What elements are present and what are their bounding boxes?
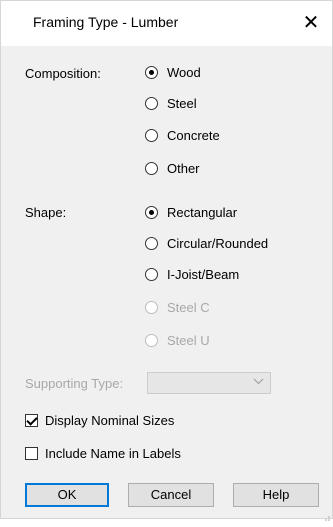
help-button[interactable]: Help [233, 483, 319, 507]
display-nominal-sizes-label: Display Nominal Sizes [45, 412, 175, 428]
supporting-type-select [147, 372, 271, 394]
dialog-title: Framing Type - Lumber [33, 14, 179, 30]
radio-concrete-indicator[interactable] [145, 128, 158, 142]
radio-steel[interactable]: Steel [145, 93, 197, 113]
ok-button[interactable]: OK [25, 483, 109, 507]
radio-other[interactable]: Other [145, 158, 200, 178]
radio-other-indicator[interactable] [145, 161, 158, 175]
include-name-in-labels-box[interactable] [25, 446, 38, 460]
radio-circular-rounded[interactable]: Circular/Rounded [145, 233, 268, 253]
radio-rectangular-label: Rectangular [167, 204, 238, 220]
radio-steel-u-label: Steel U [167, 332, 210, 348]
radio-steel-label: Steel [167, 95, 197, 111]
radio-wood-label: Wood [167, 64, 201, 80]
radio-i-joist-beam[interactable]: I-Joist/Beam [145, 264, 239, 284]
radio-i-joist-beam-indicator[interactable] [145, 267, 158, 281]
radio-rectangular-indicator[interactable] [145, 205, 158, 219]
radio-steel-c-indicator [145, 300, 158, 314]
cancel-button[interactable]: Cancel [128, 483, 214, 507]
composition-label: Composition: [25, 66, 101, 81]
include-name-in-labels-checkbox[interactable]: Include Name in Labels [25, 443, 181, 463]
radio-steel-indicator[interactable] [145, 96, 158, 110]
chevron-down-icon [253, 376, 264, 390]
radio-wood-indicator[interactable] [145, 65, 158, 79]
radio-circular-rounded-label: Circular/Rounded [167, 235, 269, 251]
radio-steel-u: Steel U [145, 330, 210, 350]
dialog-body: Composition: Wood Steel Concrete Other S… [1, 46, 332, 518]
radio-concrete[interactable]: Concrete [145, 125, 220, 145]
radio-steel-c: Steel C [145, 297, 210, 317]
radio-steel-c-label: Steel C [167, 299, 210, 315]
framing-type-dialog: Framing Type - Lumber ✕ Composition: Woo… [0, 0, 333, 521]
resize-grip-icon[interactable] [323, 509, 331, 521]
display-nominal-sizes-box[interactable] [25, 413, 38, 427]
shape-label: Shape: [25, 205, 67, 220]
supporting-type-label: Supporting Type: [25, 376, 124, 391]
radio-circular-rounded-indicator[interactable] [145, 236, 158, 250]
include-name-in-labels-label: Include Name in Labels [45, 445, 181, 461]
radio-steel-u-indicator [145, 333, 158, 347]
radio-wood[interactable]: Wood [145, 62, 201, 82]
radio-rectangular[interactable]: Rectangular [145, 202, 237, 222]
display-nominal-sizes-checkbox[interactable]: Display Nominal Sizes [25, 410, 174, 430]
radio-concrete-label: Concrete [167, 127, 220, 143]
radio-other-label: Other [167, 160, 200, 176]
close-icon[interactable]: ✕ [297, 9, 325, 37]
title-bar: Framing Type - Lumber ✕ [1, 1, 332, 46]
radio-i-joist-beam-label: I-Joist/Beam [167, 266, 240, 282]
